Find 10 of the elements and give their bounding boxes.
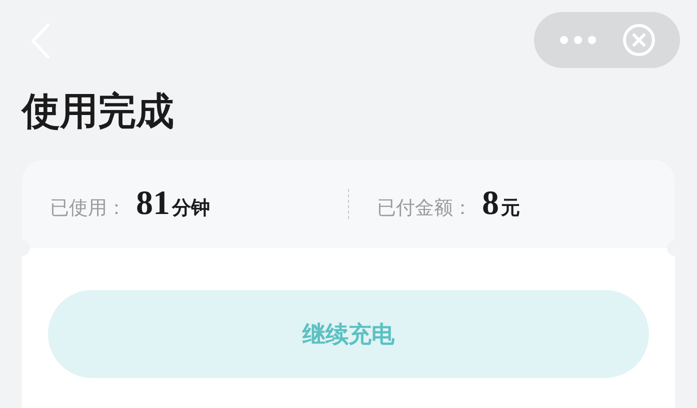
stat-unit: 元 [501, 196, 520, 221]
more-icon[interactable] [558, 35, 596, 45]
stat-value: 8 [482, 185, 499, 223]
close-icon[interactable] [622, 23, 656, 57]
page-title: 使用完成 [20, 88, 175, 135]
stat-label: 已付金额： [377, 196, 472, 221]
stat-label: 已使用： [50, 196, 126, 221]
stat-unit: 分钟 [172, 196, 210, 221]
continue-charging-button[interactable]: 继续充电 [48, 290, 649, 378]
stat-value: 81 [136, 185, 170, 223]
